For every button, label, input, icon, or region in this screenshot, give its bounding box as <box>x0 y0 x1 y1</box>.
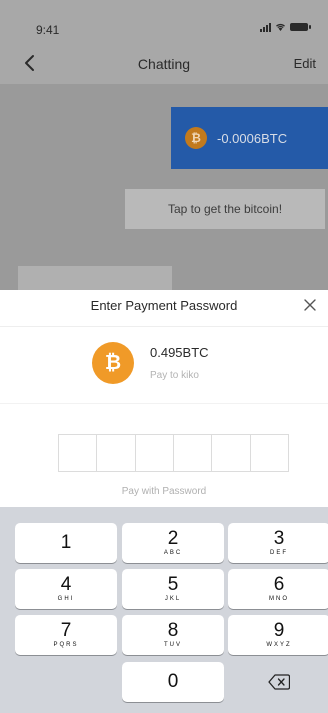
sheet-header: Enter Payment Password <box>0 290 328 320</box>
payment-recipient: Pay to kiko <box>150 370 199 381</box>
key-7[interactable]: 7 PQRS <box>15 615 117 655</box>
btc-message-amount: -0.0006BTC <box>217 130 288 146</box>
key-letters: GHI <box>57 596 75 602</box>
key-8[interactable]: 8 TUV <box>122 615 224 655</box>
pin-digit-box[interactable] <box>174 435 213 471</box>
key-number: 7 <box>60 620 72 641</box>
key-number: 5 <box>167 574 179 595</box>
close-button[interactable] <box>298 293 322 317</box>
wifi-icon <box>276 23 285 31</box>
password-hint: Pay with Password <box>121 486 207 497</box>
bitcoin-icon: ₿ <box>185 127 207 149</box>
pin-digit-box[interactable] <box>136 435 174 471</box>
divider <box>0 326 328 327</box>
key-letters: JKL <box>164 596 182 602</box>
key-5[interactable]: 5 JKL <box>122 569 224 609</box>
key-letters: MNO <box>269 596 289 602</box>
status-icons <box>260 22 311 32</box>
key-1[interactable]: 1 <box>15 523 117 563</box>
battery-icon <box>290 23 311 31</box>
tap-to-get-bitcoin-message[interactable]: Tap to get the bitcoin! <box>125 189 325 229</box>
key-4[interactable]: 4 GHI <box>15 569 117 609</box>
key-number: 3 <box>273 528 285 549</box>
bitcoin-icon: ₿ <box>92 342 134 384</box>
status-time: 9:41 <box>36 23 60 37</box>
key-number: 4 <box>60 574 72 595</box>
key-letters: PQRS <box>53 642 79 648</box>
signal-icon <box>260 22 271 32</box>
page-title: Chatting <box>137 56 191 72</box>
status-bar: 9:41 <box>0 0 328 44</box>
divider <box>0 403 328 404</box>
key-3[interactable]: 3 DEF <box>228 523 328 563</box>
numeric-keypad: 1 2 ABC 3 DEF 4 GHI 5 JKL 6 MNO 7 PQRS 8… <box>0 507 328 713</box>
key-letters: ABC <box>163 550 183 556</box>
key-number: 0 <box>167 671 179 692</box>
close-icon <box>304 299 316 311</box>
key-letters: DEF <box>270 550 288 556</box>
incoming-message-bubble <box>18 266 172 290</box>
payment-sheet: Enter Payment Password ₿ 0.495BTC Pay to… <box>0 290 328 507</box>
key-6[interactable]: 6 MNO <box>228 569 328 609</box>
key-0[interactable]: 0 <box>122 662 224 702</box>
delete-button[interactable] <box>228 662 328 702</box>
key-2[interactable]: 2 ABC <box>122 523 224 563</box>
key-letters: TUV <box>164 642 182 648</box>
key-letters: WXYZ <box>266 642 292 648</box>
nav-bar: Chatting Edit <box>0 44 328 84</box>
key-number: 2 <box>167 528 179 549</box>
pin-digit-box[interactable] <box>212 435 251 471</box>
sheet-title: Enter Payment Password <box>90 298 238 313</box>
payment-amount: 0.495BTC <box>150 345 209 360</box>
btc-transfer-message[interactable]: ₿ -0.0006BTC <box>171 107 328 169</box>
backspace-icon <box>268 674 290 690</box>
pin-digit-box[interactable] <box>251 435 288 471</box>
pin-digit-box[interactable] <box>59 435 98 471</box>
key-number: 1 <box>60 532 72 553</box>
key-9[interactable]: 9 WXYZ <box>228 615 328 655</box>
password-input[interactable] <box>58 434 289 472</box>
key-number: 9 <box>273 620 285 641</box>
chat-screen: 9:41 Chatting Edit ₿ -0.0006BTC Tap to g… <box>0 0 328 290</box>
edit-button[interactable]: Edit <box>294 56 316 71</box>
key-number: 8 <box>167 620 179 641</box>
pin-digit-box[interactable] <box>97 435 136 471</box>
key-number: 6 <box>273 574 285 595</box>
